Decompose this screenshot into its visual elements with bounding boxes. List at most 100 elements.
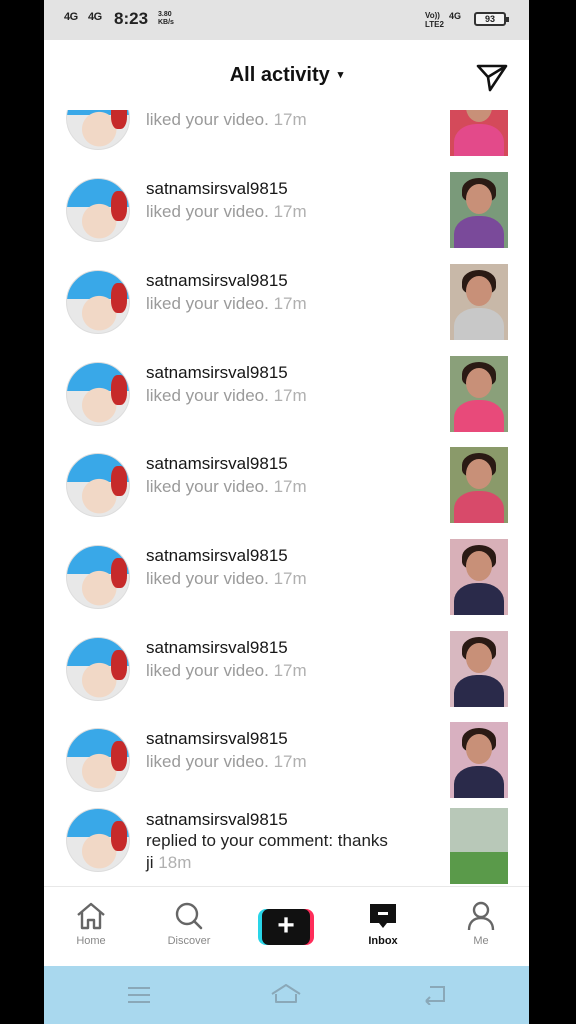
comment-reply-text: replied to your comment: thanks ji 18m (146, 830, 426, 874)
notification-time: 17m (273, 110, 307, 129)
video-thumbnail[interactable] (450, 110, 508, 156)
battery-icon: 93 (474, 12, 509, 26)
notification-time: 17m (273, 569, 307, 588)
status-bar: 4G 4G 8:23 3.80 KB/s Vo)) LTE2 4G 93 (44, 0, 529, 40)
notification-action-text: liked your video. (146, 202, 269, 221)
comment-notification-row[interactable]: satnamsirsval9815 replied to your comment… (44, 806, 529, 886)
nav-me[interactable]: Me (446, 901, 516, 947)
network-type: 4G (449, 11, 462, 21)
avatar[interactable] (66, 178, 130, 242)
nav-discover-label: Discover (167, 935, 211, 947)
notification-action-text: liked your video. (146, 294, 269, 313)
thumbnail-face (466, 110, 492, 122)
notification-row[interactable]: satnamsirsval9815 liked your video. 17m (44, 714, 529, 806)
nav-home-label: Home (76, 935, 106, 947)
notification-row[interactable]: satnamsirsval9815 liked your video. 17m (44, 164, 529, 256)
thumbnail-body (454, 124, 504, 156)
notification-time: 18m (158, 853, 192, 872)
home-button-icon[interactable] (270, 982, 302, 1006)
thumbnail-body (454, 308, 504, 340)
signal-1-indicator: 4G (64, 11, 78, 23)
notification-row[interactable]: satnamsirsval9815 liked your video. 17m (44, 623, 529, 715)
thumbnail-face (466, 734, 492, 764)
notification-action-text: liked your video. (146, 477, 269, 496)
avatar[interactable] (66, 453, 130, 517)
thumbnail-body (454, 583, 504, 615)
avatar[interactable] (66, 637, 130, 701)
notification-username[interactable]: satnamsirsval9815 (146, 363, 288, 383)
notification-username[interactable]: satnamsirsval9815 (146, 271, 288, 291)
video-thumbnail[interactable] (450, 172, 508, 248)
comment-reply-line2: ji (146, 853, 154, 872)
notification-row[interactable]: satnamsirsval9815 liked your video. 17m (44, 256, 529, 348)
notification-time: 17m (273, 202, 307, 221)
notification-time: 17m (273, 752, 307, 771)
video-thumbnail[interactable] (450, 808, 508, 884)
network-speed-value: 3.80 (158, 11, 172, 18)
paper-plane-icon[interactable] (475, 60, 509, 94)
video-thumbnail[interactable] (450, 264, 508, 340)
volte-indicator: Vo)) LTE2 (425, 11, 444, 29)
nav-discover[interactable]: Discover (154, 901, 224, 947)
avatar[interactable] (66, 110, 130, 150)
back-icon[interactable] (422, 983, 448, 1005)
avatar[interactable] (66, 270, 130, 334)
notification-action: liked your video. 17m (146, 294, 307, 314)
video-thumbnail[interactable] (450, 447, 508, 523)
notification-row[interactable]: satnamsirsval9815 liked your video. 17m (44, 348, 529, 440)
plus-icon: + (262, 909, 310, 945)
thumbnail-face (466, 551, 492, 581)
avatar[interactable] (66, 362, 130, 426)
notification-username[interactable]: satnamsirsval9815 (146, 454, 288, 474)
video-thumbnail[interactable] (450, 631, 508, 707)
bottom-nav: Home Discover + Inbox Me (44, 886, 529, 966)
notification-row[interactable]: satnamsirsval9815 liked your video. 17m (44, 439, 529, 531)
video-thumbnail[interactable] (450, 539, 508, 615)
notification-list: liked your video. 17m satnamsirsval9815 li… (44, 110, 529, 886)
header: All activity ▾ (44, 40, 529, 110)
android-nav-bar (44, 966, 529, 1024)
thumbnail-face (466, 459, 492, 489)
page-title: All activity (229, 64, 330, 86)
avatar[interactable] (66, 545, 130, 609)
create-button[interactable]: + (258, 909, 314, 945)
notification-action: liked your video. 17m (146, 202, 307, 222)
thumbnail-face (466, 643, 492, 673)
notification-action: liked your video. 17m (146, 110, 307, 130)
notification-username[interactable]: satnamsirsval9815 (146, 638, 288, 658)
caret-down-icon: ▾ (337, 69, 344, 81)
nav-inbox-label: Inbox (368, 935, 398, 947)
lte-label: LTE2 (425, 20, 444, 29)
notification-username[interactable]: satnamsirsval9815 (146, 810, 288, 830)
notification-row[interactable]: satnamsirsval9815 liked your video. 17m (44, 531, 529, 623)
notification-time: 17m (273, 294, 307, 313)
profile-icon (467, 901, 495, 931)
notification-action: liked your video. 17m (146, 752, 307, 772)
nav-inbox[interactable]: Inbox (348, 901, 418, 947)
thumbnail-face (466, 276, 492, 306)
notification-time: 17m (273, 477, 307, 496)
avatar[interactable] (66, 808, 130, 872)
notification-action-text: liked your video. (146, 661, 269, 680)
thumbnail-body (454, 766, 504, 798)
volte-label: Vo)) (425, 11, 440, 20)
notification-action-text: liked your video. (146, 386, 269, 405)
notification-action-text: liked your video. (146, 110, 269, 129)
avatar[interactable] (66, 728, 130, 792)
video-thumbnail[interactable] (450, 722, 508, 798)
menu-icon[interactable] (126, 984, 152, 1006)
nav-home[interactable]: Home (56, 901, 126, 947)
notification-username[interactable]: satnamsirsval9815 (146, 729, 288, 749)
comment-reply-line1: replied to your comment: thanks (146, 831, 388, 850)
video-thumbnail[interactable] (450, 356, 508, 432)
notification-time: 17m (273, 661, 307, 680)
notification-action: liked your video. 17m (146, 661, 307, 681)
notification-username[interactable]: satnamsirsval9815 (146, 546, 288, 566)
notification-row[interactable]: liked your video. 17m (44, 110, 529, 164)
activity-filter-dropdown[interactable]: All activity ▾ (44, 64, 529, 87)
clock: 8:23 (114, 9, 149, 28)
thumbnail-body (454, 675, 504, 707)
notification-action: liked your video. 17m (146, 569, 307, 589)
notification-username[interactable]: satnamsirsval9815 (146, 179, 288, 199)
thumbnail-body (454, 216, 504, 248)
